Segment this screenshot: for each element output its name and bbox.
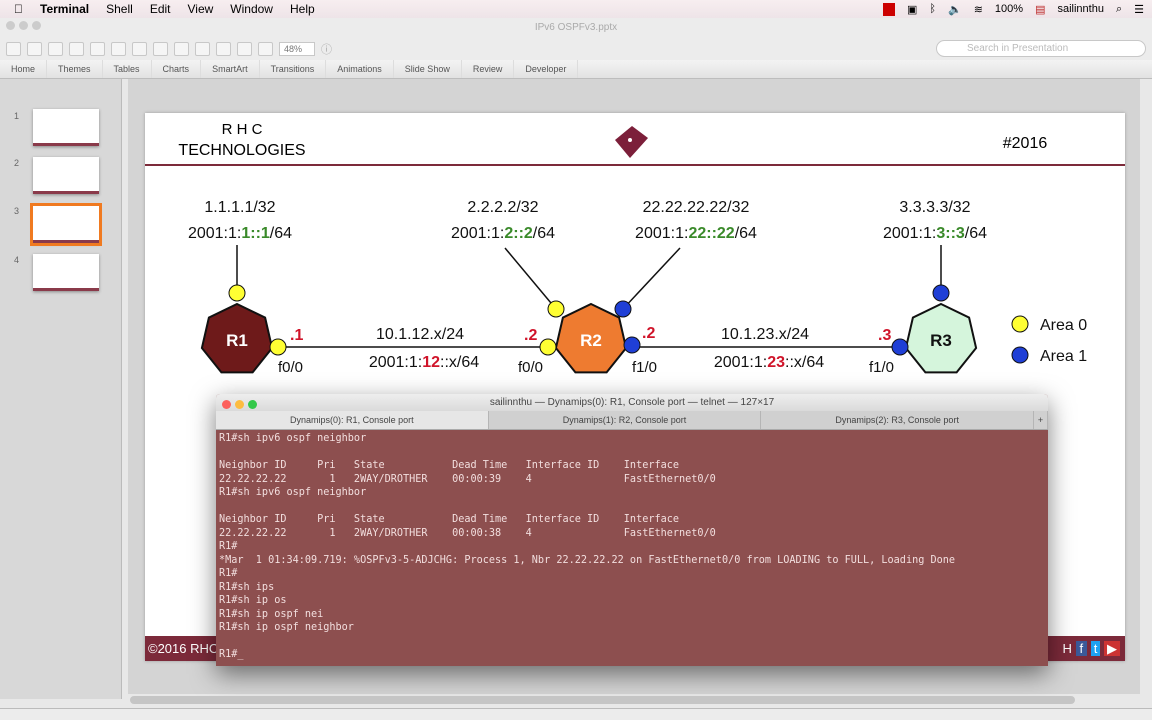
link-r1r2-ipv4: 10.1.12.x/24: [376, 326, 464, 343]
loopback-r2b-ipv4: 22.22.22.22/32: [643, 199, 750, 216]
terminal-line: R1#sh ipv6 ospf neighbor: [219, 433, 367, 444]
terminal-line: 22.22.22.22 1 2WAY/DROTHER 00:00:39 4 Fa…: [219, 473, 716, 485]
minimize-icon[interactable]: [235, 400, 244, 409]
tab-r3[interactable]: Dynamips(2): R3, Console port: [761, 411, 1035, 429]
loopback-r1-ipv6: 2001:1:1::1/64: [188, 225, 292, 242]
interface-r3: f1/0: [869, 359, 894, 376]
terminal-line: R1#sh ipv6 ospf neighbor: [219, 487, 367, 498]
interface-r1: f0/0: [278, 359, 303, 376]
interface-dot-area1: [623, 336, 641, 354]
host-id-r1: .1: [290, 327, 303, 344]
router-label: R2: [580, 331, 602, 350]
interface-dot-area0: [539, 338, 557, 356]
terminal-output[interactable]: R1#sh ipv6 ospf neighbor Neighbor ID Pri …: [216, 430, 1048, 662]
legend-area1: Area 1: [1040, 348, 1087, 365]
host-id-r2-left: .2: [524, 327, 537, 344]
loopback-r3-ipv6: 2001:1:3::3/64: [883, 225, 987, 242]
logo-icon: [615, 126, 648, 158]
loopback-r2b-ipv6: 2001:1:22::22/64: [635, 225, 757, 242]
terminal-line: 22.22.22.22 1 2WAY/DROTHER 00:00:38 4 Fa…: [219, 527, 716, 539]
terminal-line: Neighbor ID Pri State Dead Time Interfac…: [219, 460, 680, 471]
interface-dot-area0: [269, 338, 287, 356]
interface-dot-area1: [932, 284, 950, 302]
link-r2r3-ipv4: 10.1.23.x/24: [721, 326, 809, 343]
close-icon[interactable]: [222, 400, 231, 409]
link-r2r3-ipv6: 2001:1:23::x/64: [714, 354, 824, 371]
terminal-line: R1#: [219, 541, 238, 552]
interface-dot-area0: [228, 284, 246, 302]
router-label: R1: [226, 331, 248, 350]
router-r1: R1: [200, 302, 274, 374]
legend-area0: Area 0: [1040, 317, 1087, 334]
terminal-titlebar: sailinnthu — Dynamips(0): R1, Console po…: [216, 394, 1048, 411]
tab-r2[interactable]: Dynamips(1): R2, Console port: [489, 411, 762, 429]
terminal-window[interactable]: sailinnthu — Dynamips(0): R1, Console po…: [216, 394, 1048, 666]
loopback-r2-ipv4: 2.2.2.2/32: [467, 199, 538, 216]
loopback-r2-ipv6: 2001:1:2::2/64: [451, 225, 555, 242]
terminal-line: R1#_: [219, 649, 244, 660]
terminal-line: R1#: [219, 568, 238, 579]
link-r1r2-ipv6: 2001:1:12::x/64: [369, 354, 479, 371]
interface-dot-area1: [891, 338, 909, 356]
brand-line-2: TECHNOLOGIES: [178, 142, 305, 159]
horizontal-scrollbar[interactable]: [130, 696, 1075, 704]
zoom-icon[interactable]: [248, 400, 257, 409]
interface-r2-right: f1/0: [632, 359, 657, 376]
brand-line-1: R H C: [222, 121, 263, 138]
host-id-r2-right: .2: [642, 325, 655, 342]
loopback-r1-ipv4: 1.1.1.1/32: [204, 199, 275, 216]
terminal-line: R1#sh ip ospf nei: [219, 608, 324, 620]
interface-dot-area1: [614, 300, 632, 318]
terminal-line: *Mar 1 01:34:09.719: %OSPFv3-5-ADJCHG: P…: [219, 554, 956, 566]
loopback-r3-ipv4: 3.3.3.3/32: [899, 199, 970, 216]
router-r2: R2: [554, 302, 628, 374]
terminal-title: sailinnthu — Dynamips(0): R1, Console po…: [489, 397, 775, 408]
legend-area1-dot: [1011, 346, 1029, 364]
router-label: R3: [930, 331, 952, 350]
router-r3: R3: [904, 302, 978, 374]
terminal-line: Neighbor ID Pri State Dead Time Interfac…: [219, 514, 680, 525]
new-tab-button[interactable]: +: [1034, 411, 1048, 429]
legend-area0-dot: [1011, 315, 1029, 333]
terminal-line: R1#sh ips: [219, 581, 275, 593]
interface-dot-area0: [547, 300, 565, 318]
interface-r2-left: f0/0: [518, 359, 543, 376]
terminal-line: R1#sh ip ospf neighbor: [219, 622, 354, 633]
terminal-line: R1#sh ip os: [219, 595, 287, 606]
status-bar: [0, 708, 1152, 720]
host-id-r3: .3: [878, 327, 891, 344]
terminal-tabs: Dynamips(0): R1, Console port Dynamips(1…: [216, 411, 1048, 430]
slide-tag: #2016: [1003, 135, 1048, 152]
